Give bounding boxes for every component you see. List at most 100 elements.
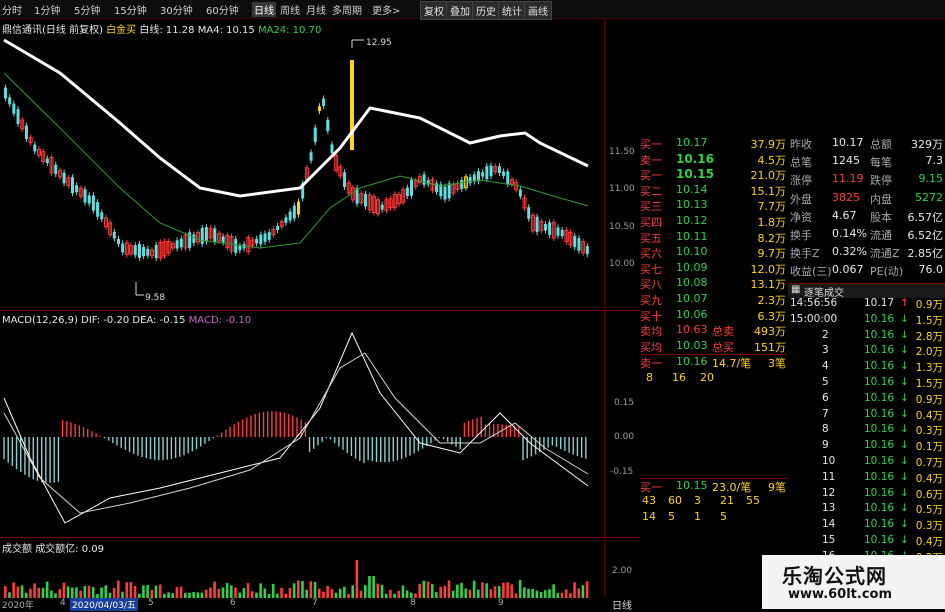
candle-body — [4, 87, 7, 99]
queue-size: 14 — [642, 509, 656, 523]
volume-bar — [280, 587, 283, 598]
trade-volume: 0.6万 — [915, 488, 943, 501]
volume-bar — [502, 582, 505, 598]
candle-body — [313, 127, 317, 143]
volume-bar — [460, 582, 463, 598]
trade-price: 10.16 — [864, 391, 895, 404]
volume-bar — [430, 584, 434, 598]
stat-row: 换手 0.14% 流通 6.52亿 — [788, 227, 945, 245]
trade-row[interactable]: 15 10.16 ↓ 0.4万 — [788, 534, 945, 550]
candle-body — [8, 97, 12, 105]
total-sell-volume: 493万 — [754, 325, 786, 339]
trade-row[interactable]: 8 10.16 ↓ 0.3万 — [788, 423, 945, 439]
date-label-9: 9 — [498, 598, 504, 608]
volume-bar — [573, 582, 576, 598]
candle-body — [12, 103, 16, 114]
candle-body — [16, 109, 20, 124]
candle-body — [518, 189, 522, 197]
volume-bar — [368, 576, 371, 598]
tab-1min[interactable]: 1分钟 — [34, 2, 60, 17]
order-level-price: 10.13 — [676, 198, 708, 212]
candle-body — [238, 245, 242, 251]
candle-body — [24, 125, 28, 139]
date-cursor-label: 2020/04/03/五 — [70, 598, 138, 611]
order-level-price: 10.11 — [676, 229, 708, 243]
candle-spike — [350, 60, 354, 150]
candle-body — [489, 165, 493, 177]
volume-bar — [523, 587, 526, 598]
date-label-6: 6 — [230, 598, 236, 608]
candle-body — [96, 202, 100, 217]
volume-bar — [142, 585, 145, 598]
trade-row[interactable]: 6 10.16 ↓ 0.9万 — [788, 392, 945, 408]
macd-dif-value: DIF: -0.20 — [81, 315, 130, 326]
trade-row[interactable]: 2 10.16 ↓ 2.8万 — [788, 329, 945, 345]
stat-value: 2.85亿 — [907, 247, 944, 261]
trade-row[interactable]: 13 10.16 ↓ 0.5万 — [788, 502, 945, 518]
trade-row[interactable]: 7 10.16 ↓ 0.4万 — [788, 408, 945, 424]
watermark-url: www.60lt.com — [788, 587, 893, 602]
trade-row[interactable]: 15:00:00 10.16 ↓ 1.5万 — [788, 313, 945, 329]
chart-canvas[interactable]: 12.95 9.58 — [0, 18, 640, 598]
volume-bar — [292, 583, 296, 598]
price-tick-1050: 10.50 — [609, 222, 635, 232]
trade-time: 7 — [822, 407, 829, 420]
order-level-price: 10.09 — [676, 260, 708, 274]
tab-multi-period[interactable]: 多周期 — [332, 2, 362, 17]
tab-15min[interactable]: 15分钟 — [114, 2, 147, 17]
candle-body — [309, 152, 313, 161]
volume-bar — [355, 560, 359, 598]
stat-label: 股本 — [870, 210, 892, 224]
candle-body — [45, 158, 49, 164]
tab-more[interactable]: 更多> — [372, 2, 400, 17]
high-price-label: 12.95 — [366, 38, 392, 48]
tab-daily[interactable]: 日线 — [252, 2, 276, 17]
candle-body — [422, 174, 426, 185]
volume-bar — [83, 586, 87, 598]
volume-bar — [418, 584, 421, 598]
volume-bar — [531, 588, 534, 598]
candle-body — [380, 204, 384, 210]
candle-body — [527, 207, 531, 219]
candle-body — [137, 243, 141, 258]
trade-row[interactable]: 14:56:56 10.17 ↑ 0.9万 — [788, 297, 945, 313]
volume-bar — [577, 588, 581, 598]
period-label: 日线 — [612, 601, 632, 612]
candle-body — [33, 144, 37, 152]
tab-5min[interactable]: 5分钟 — [74, 2, 100, 17]
trade-row[interactable]: 9 10.16 ↓ 0.1万 — [788, 439, 945, 455]
price-axis-divider — [604, 18, 605, 598]
trade-row[interactable]: 11 10.16 ↓ 0.4万 — [788, 471, 945, 487]
order-book: 买一 10.17 37.9万 卖一 10.16 4.5万 买一 10.15 21… — [640, 136, 788, 525]
avg-sell-label: 卖均 — [640, 325, 662, 339]
trade-volume: 0.3万 — [915, 520, 943, 533]
tab-60min[interactable]: 60分钟 — [206, 2, 239, 17]
trade-price: 10.16 — [864, 360, 895, 373]
trade-row[interactable]: 4 10.16 ↓ 1.3万 — [788, 360, 945, 376]
candle-body — [292, 205, 296, 219]
trade-row[interactable]: 3 10.16 ↓ 2.0万 — [788, 344, 945, 360]
trade-row[interactable]: 5 10.16 ↓ 1.5万 — [788, 376, 945, 392]
sell1-detail-row: 8 16 20 — [640, 371, 788, 387]
trade-row[interactable]: 10 10.16 ↓ 0.7万 — [788, 455, 945, 471]
tab-30min[interactable]: 30分钟 — [160, 2, 193, 17]
total-buy-label: 总买 — [712, 340, 734, 354]
queue-size: 20 — [700, 370, 714, 384]
trade-time: 14:56:56 — [790, 297, 838, 309]
buy1-detail-row: 43 60 3 21 55 — [640, 494, 788, 510]
stat-value: 6.57亿 — [907, 210, 944, 224]
order-level-label: 买五 — [640, 231, 662, 245]
tab-fenshi[interactable]: 分时 — [2, 2, 22, 17]
tab-weekly[interactable]: 周线 — [280, 2, 300, 17]
trade-row[interactable]: 14 10.16 ↓ 0.3万 — [788, 518, 945, 534]
tab-monthly[interactable]: 月线 — [306, 2, 326, 17]
volume-bar — [133, 586, 137, 598]
order-level-label: 卖一 — [640, 153, 662, 167]
trade-row[interactable]: 12 10.16 ↓ 0.6万 — [788, 487, 945, 503]
volume-bar — [497, 586, 501, 598]
site-watermark: 乐淘公式网 www.60lt.com — [762, 555, 945, 609]
trade-price: 10.17 — [864, 297, 895, 309]
volume-bar — [485, 583, 488, 598]
volume-bar — [376, 583, 380, 598]
volume-bar — [154, 585, 158, 598]
